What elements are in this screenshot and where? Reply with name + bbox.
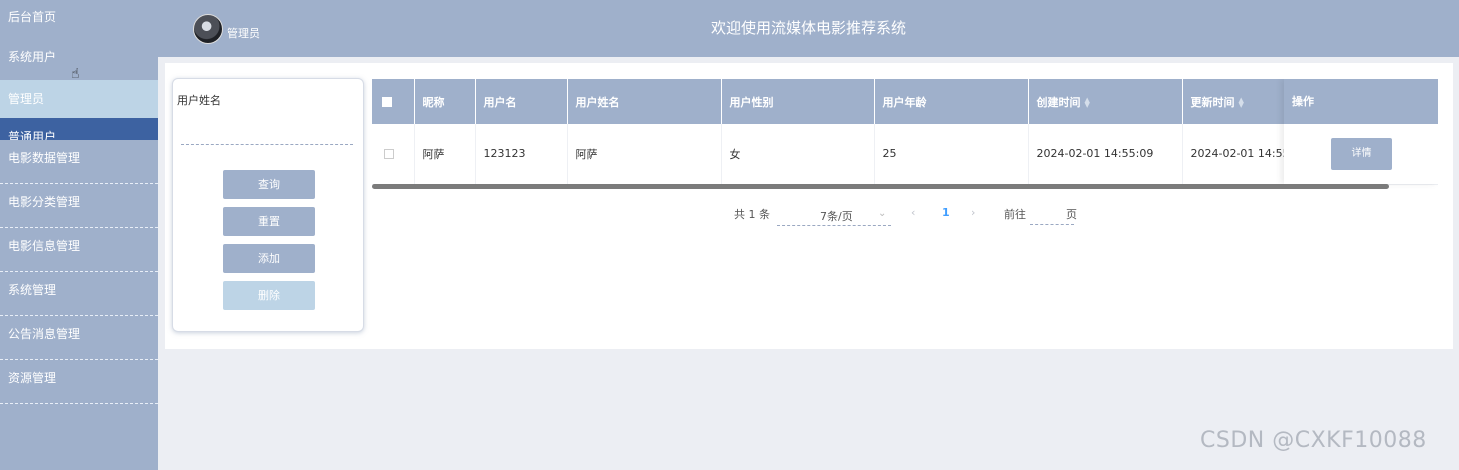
page-size-select[interactable]: 7条/页 ⌄ (777, 206, 891, 226)
pagination-total: 共 1 条 (734, 208, 770, 221)
column-header-created-label: 创建时间 (1036, 95, 1081, 109)
chevron-down-icon: ⌄ (878, 208, 887, 219)
search-input[interactable] (181, 119, 353, 145)
page-title: 欢迎使用流媒体电影推荐系统 (710, 19, 906, 37)
cell-age: 25 (874, 124, 1029, 185)
column-header-gender: 用户性别 (721, 79, 875, 124)
column-header-real-name: 用户姓名 (567, 79, 722, 124)
delete-button[interactable]: 删除 (223, 281, 315, 310)
column-header-action: 操作 (1284, 79, 1438, 124)
prev-page-icon[interactable]: ‹ (911, 206, 915, 219)
user-table: 昵称 用户名 用户姓名 用户性别 用户年龄 创建时间 ▲ ▼ 更新时间 ▲ ▼ 阿萨 1… (372, 79, 1438, 190)
select-all-checkbox-cell[interactable] (372, 79, 415, 124)
reset-button[interactable]: 重置 (223, 207, 315, 236)
row-checkbox-cell[interactable] (372, 124, 415, 185)
cell-gender: 女 (721, 124, 875, 185)
sort-icon[interactable]: ▲ ▼ (1239, 96, 1244, 108)
select-all-checkbox[interactable] (382, 97, 392, 107)
sidebar-item-normal-users[interactable]: 普通用户 (0, 118, 158, 140)
query-button[interactable]: 查询 (223, 170, 315, 199)
page-suffix-label: 页 (1066, 208, 1077, 221)
add-button[interactable]: 添加 (223, 244, 315, 273)
cell-username: 123123 (475, 124, 568, 185)
search-card: 用户姓名 查询 重置 添加 删除 (172, 78, 364, 332)
top-header: 管理员 欢迎使用流媒体电影推荐系统 (158, 0, 1459, 57)
column-header-age: 用户年龄 (874, 79, 1029, 124)
fixed-action-column: 操作 详情 (1284, 79, 1438, 184)
next-page-icon[interactable]: › (971, 206, 975, 219)
sidebar-item-movie-info[interactable]: 电影信息管理 (0, 228, 158, 272)
sidebar-item-home[interactable]: 后台首页 (0, 0, 158, 40)
sidebar-item-movie-data[interactable]: 电影数据管理 (0, 140, 158, 184)
goto-label: 前往 (1004, 208, 1026, 221)
column-header-updated-label: 更新时间 (1190, 95, 1235, 109)
cell-real-name: 阿萨 (567, 124, 722, 185)
horizontal-scrollbar[interactable] (372, 184, 1389, 189)
sort-icon[interactable]: ▲ ▼ (1085, 96, 1090, 108)
page-size-value: 7条/页 (820, 210, 853, 223)
watermark: CSDN @CXKF10088 (1200, 428, 1427, 453)
sidebar-item-resource[interactable]: 资源管理 (0, 360, 158, 404)
table-header-row: 昵称 用户名 用户姓名 用户性别 用户年龄 创建时间 ▲ ▼ 更新时间 ▲ ▼ (372, 79, 1438, 124)
sidebar-item-admin[interactable]: 管理员 (0, 80, 158, 118)
table-row: 阿萨 123123 阿萨 女 25 2024-02-01 14:55:09 20… (372, 124, 1438, 185)
sidebar-item-movie-category[interactable]: 电影分类管理 (0, 184, 158, 228)
search-label: 用户姓名 (177, 94, 221, 107)
cell-created: 2024-02-01 14:55:09 (1028, 124, 1183, 185)
column-header-created[interactable]: 创建时间 ▲ ▼ (1028, 79, 1183, 124)
sidebar-item-system[interactable]: 系统管理 (0, 272, 158, 316)
sidebar-item-notice[interactable]: 公告消息管理 (0, 316, 158, 360)
column-header-username: 用户名 (475, 79, 568, 124)
hand-cursor-icon: ☝ (71, 66, 80, 82)
page-number-current[interactable]: 1 (942, 206, 950, 219)
detail-button[interactable]: 详情 (1331, 138, 1392, 170)
cell-nickname: 阿萨 (414, 124, 476, 185)
row-checkbox[interactable] (384, 149, 394, 160)
column-header-nickname: 昵称 (414, 79, 476, 124)
